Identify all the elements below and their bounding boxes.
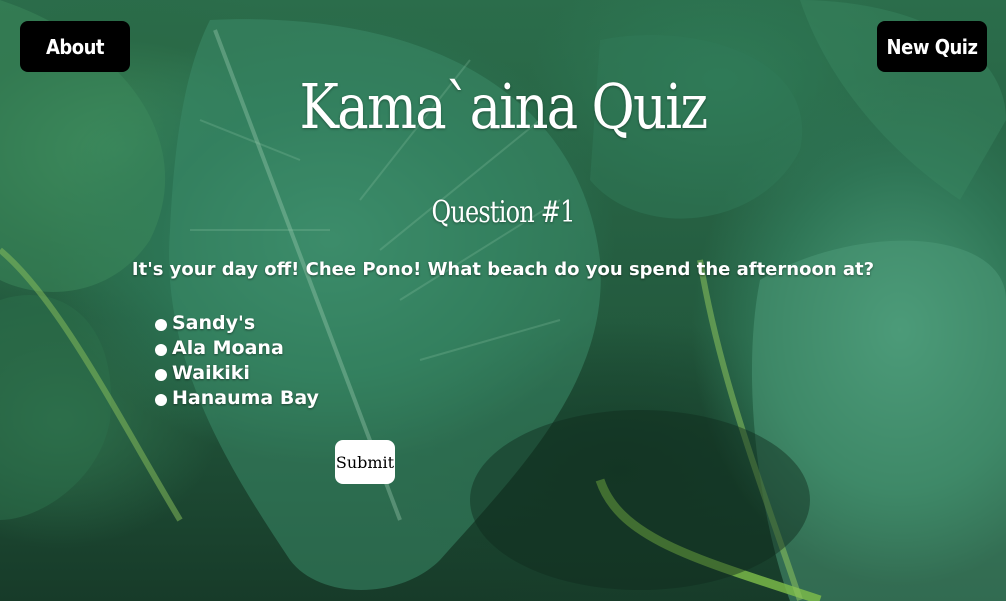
answer-options: Sandy's Ala Moana Waikiki Hanauma Bay — [155, 310, 319, 410]
option-item[interactable]: Ala Moana — [155, 335, 319, 360]
radio-icon[interactable] — [155, 343, 167, 356]
new-quiz-button[interactable]: New Quiz — [877, 21, 987, 72]
option-item[interactable]: Waikiki — [155, 360, 319, 385]
option-label: Hanauma Bay — [172, 386, 319, 409]
about-button[interactable]: About — [20, 21, 130, 72]
submit-button[interactable]: Submit — [335, 440, 395, 484]
option-item[interactable]: Sandy's — [155, 310, 319, 335]
option-label: Waikiki — [172, 361, 250, 384]
page-title: Kama`aina Quiz — [299, 70, 709, 143]
question-text: It's your day off! Chee Pono! What beach… — [131, 259, 875, 280]
radio-icon[interactable] — [155, 368, 167, 381]
radio-icon[interactable] — [155, 393, 167, 406]
option-item[interactable]: Hanauma Bay — [155, 385, 319, 410]
radio-icon[interactable] — [155, 318, 167, 331]
option-label: Sandy's — [172, 311, 256, 334]
option-label: Ala Moana — [172, 336, 284, 359]
question-heading: Question #1 — [431, 195, 575, 230]
